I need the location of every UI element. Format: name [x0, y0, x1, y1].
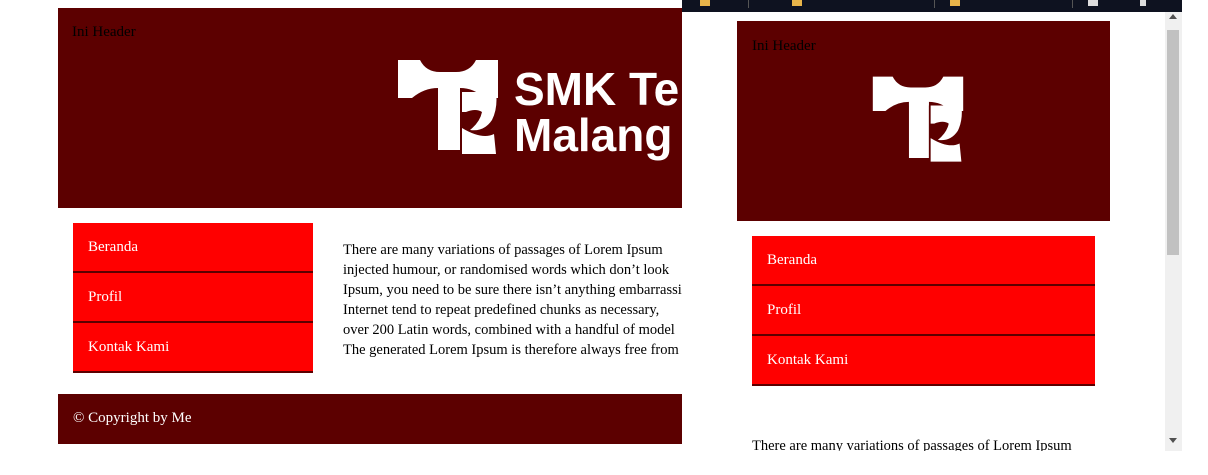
scroll-up-arrow-icon[interactable] [1169, 14, 1177, 19]
separator [934, 0, 935, 8]
folder-icon[interactable] [792, 0, 802, 6]
separator [748, 0, 749, 8]
site-footer: © Copyright by Me [58, 394, 682, 444]
mobile-preview-window: Ini Header Beranda Profil Kontak Kami Th… [682, 0, 1182, 451]
content-line: over 200 Latin words, combined with a ha… [343, 322, 675, 338]
content-line: Ipsum, you need to be sure there isn’t a… [343, 282, 682, 298]
school-name: SMK Te Malang [514, 66, 679, 158]
site-header: Ini Header SMK Te Malang [58, 8, 682, 208]
scroll-down-arrow-icon[interactable] [1169, 438, 1177, 443]
folder-icon[interactable] [700, 0, 710, 6]
mobile-nav: Beranda Profil Kontak Kami [752, 236, 1095, 386]
sidebar-nav: Beranda Profil Kontak Kami [73, 223, 313, 373]
menu-icon[interactable] [1140, 0, 1146, 6]
nav-item-profil[interactable]: Profil [752, 286, 1095, 336]
page-icon[interactable] [1088, 0, 1098, 6]
mobile-content: There are many variations of passages of… [752, 438, 1072, 451]
separator [1072, 0, 1073, 8]
scroll-thumb[interactable] [1167, 30, 1179, 255]
header-text: Ini Header [72, 24, 136, 40]
school-logo-icon [398, 60, 498, 154]
vertical-scrollbar[interactable] [1165, 12, 1182, 451]
browser-topbar [682, 0, 1182, 12]
desktop-page: Ini Header SMK Te Malang Beranda Profil … [58, 8, 682, 444]
nav-item-profil[interactable]: Profil [73, 273, 313, 323]
nav-item-kontak-kami[interactable]: Kontak Kami [752, 336, 1095, 386]
nav-item-beranda[interactable]: Beranda [752, 236, 1095, 286]
folder-icon[interactable] [950, 0, 960, 6]
content-line: injected humour, or randomised words whi… [343, 262, 670, 278]
nav-item-beranda[interactable]: Beranda [73, 223, 313, 273]
school-name-line1: SMK Te [514, 63, 680, 115]
nav-item-kontak-kami[interactable]: Kontak Kami [73, 323, 313, 373]
header-text: Ini Header [752, 38, 816, 54]
content-line: The generated Lorem Ipsum is therefore a… [343, 342, 679, 358]
content-line: Internet tend to repeat predefined chunk… [343, 302, 660, 318]
school-logo-icon [872, 76, 964, 162]
copyright-text: © Copyright by Me [73, 410, 192, 426]
mobile-header: Ini Header [737, 21, 1110, 221]
school-name-line2: Malang [514, 109, 673, 161]
content-line: There are many variations of passages of… [343, 242, 663, 258]
main-content: There are many variations of passages of… [343, 240, 682, 360]
